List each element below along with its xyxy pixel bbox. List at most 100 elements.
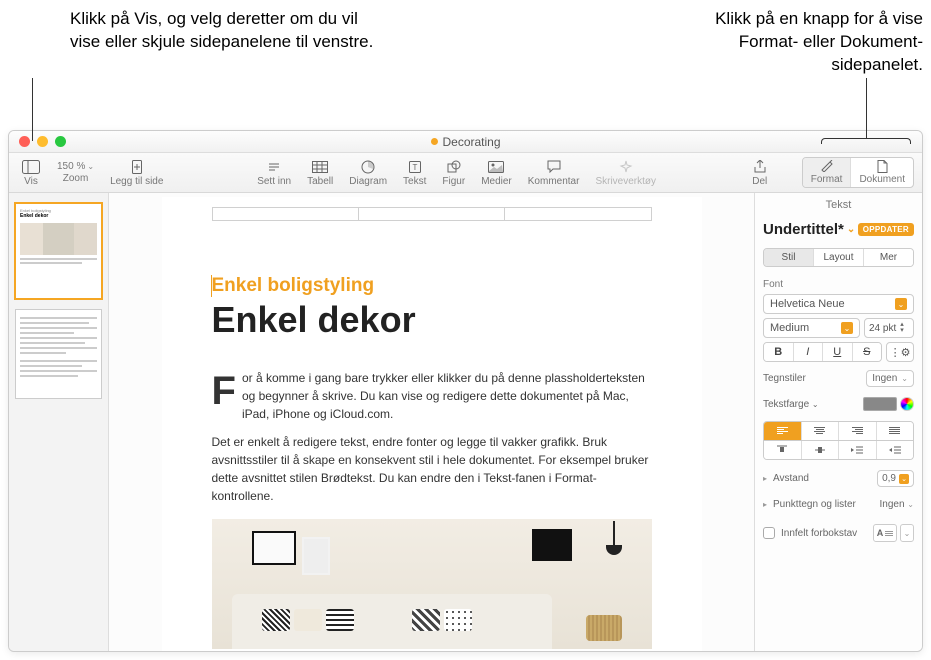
writing-tools-button[interactable]: Skriveverktøy: [591, 159, 660, 187]
thumbnail-page-2[interactable]: 2: [15, 309, 102, 399]
tab-stil[interactable]: Stil: [764, 249, 813, 266]
add-page-label: Legg til side: [110, 176, 163, 187]
chart-label: Diagram: [349, 176, 387, 187]
callout-right-text: Klikk på en knapp for å vise Format- ell…: [683, 8, 923, 77]
shape-button[interactable]: Figur: [438, 159, 469, 187]
share-icon: [750, 159, 770, 175]
document-subtitle[interactable]: Enkel boligstyling: [212, 197, 652, 297]
media-button[interactable]: Medier: [477, 159, 516, 187]
font-weight-value: Medium: [770, 322, 809, 334]
dropcap-style-button[interactable]: A: [873, 524, 897, 542]
dropdown-arrow-icon: ⌄: [841, 322, 853, 334]
comment-icon: [544, 159, 564, 175]
document-body[interactable]: For å komme i gang bare trykker eller kl…: [212, 369, 652, 505]
document-heading[interactable]: Enkel dekor: [212, 299, 652, 341]
update-style-button[interactable]: OPPDATER: [858, 223, 914, 236]
text-label: Tekst: [403, 176, 426, 187]
character-styles-value: Ingen: [872, 373, 897, 384]
page-thumbnails-sidebar: 1 Enkel boligstyling Enkel dekor 2: [9, 193, 109, 651]
paragraph-style-name: Undertittel*: [763, 221, 844, 238]
strikethrough-button[interactable]: S: [852, 343, 882, 361]
chart-icon: [358, 159, 378, 175]
comment-button[interactable]: Kommentar: [524, 159, 584, 187]
document-label: Dokument: [859, 174, 905, 185]
outdent-button[interactable]: [838, 441, 876, 459]
align-middle-button[interactable]: [801, 441, 839, 459]
font-family-value: Helvetica Neue: [770, 298, 845, 310]
indent-button[interactable]: [876, 441, 914, 459]
thumb-mini-title: Enkel dekor: [20, 213, 97, 219]
font-size-stepper[interactable]: 24 pkt ▴▾: [864, 318, 914, 338]
comment-label: Kommentar: [528, 176, 580, 187]
thumbnail-page-1[interactable]: 1 Enkel boligstyling Enkel dekor: [15, 203, 102, 299]
writing-tools-label: Skriveverktøy: [595, 176, 656, 187]
dropcap-label: Innfelt forbokstav: [781, 528, 857, 539]
text-button[interactable]: T Tekst: [399, 159, 430, 187]
format-tab-button[interactable]: Format: [803, 158, 851, 187]
svg-text:T: T: [412, 163, 417, 172]
inspector-title: Tekst: [755, 193, 922, 217]
disclosure-triangle-icon[interactable]: ▸: [763, 474, 767, 483]
character-styles-select[interactable]: Ingen ⌄: [866, 370, 914, 387]
zoom-button[interactable]: 150 % ⌄ Zoom: [53, 161, 98, 184]
font-family-select[interactable]: Helvetica Neue ⌄: [763, 294, 914, 314]
table-icon: [310, 159, 330, 175]
dropcap-more-button[interactable]: ⌄: [900, 524, 914, 542]
chart-button[interactable]: Diagram: [345, 159, 391, 187]
insert-button[interactable]: Sett inn: [253, 159, 295, 187]
align-justify-button[interactable]: [876, 422, 914, 440]
media-label: Medier: [481, 176, 512, 187]
italic-button[interactable]: I: [793, 343, 823, 361]
paragraph-style-select[interactable]: Undertittel* ⌄: [763, 221, 855, 238]
callout-line-right: [866, 78, 867, 138]
fullscreen-window-button[interactable]: [55, 136, 66, 147]
add-page-button[interactable]: Legg til side: [106, 159, 167, 187]
align-center-button[interactable]: [801, 422, 839, 440]
color-wheel-button[interactable]: [900, 397, 914, 411]
underline-button[interactable]: U: [822, 343, 852, 361]
close-window-button[interactable]: [19, 136, 30, 147]
chevron-down-icon: ⌄: [87, 162, 94, 171]
insert-label: Sett inn: [257, 176, 291, 187]
dropcap-checkbox[interactable]: [763, 527, 775, 539]
align-right-button[interactable]: [838, 422, 876, 440]
traffic-lights: [9, 136, 66, 147]
font-weight-select[interactable]: Medium ⌄: [763, 318, 860, 338]
format-inspector: Tekst Undertittel* ⌄ OPPDATER Stil Layou…: [754, 193, 922, 651]
document-status-dot: [430, 138, 437, 145]
text-options-button[interactable]: ⋮⚙: [886, 342, 914, 362]
disclosure-triangle-icon[interactable]: ▸: [763, 500, 767, 509]
zoom-label: Zoom: [63, 173, 89, 184]
spacing-value-input[interactable]: 0,9 ⌄: [877, 470, 914, 487]
document-page: Enkel boligstyling Enkel dekor For å kom…: [162, 197, 702, 651]
bullets-select[interactable]: Ingen ⌄: [879, 499, 914, 510]
document-canvas[interactable]: Enkel boligstyling Enkel dekor For å kom…: [109, 193, 754, 651]
gear-icon: ⋮⚙: [890, 346, 911, 359]
thumb-mini-image: [20, 223, 97, 255]
shape-icon: [444, 159, 464, 175]
share-button[interactable]: Del: [746, 159, 774, 187]
document-tab-button[interactable]: Dokument: [850, 158, 913, 187]
stepper-arrows-icon: ▴▾: [900, 322, 904, 334]
spacing-value: 0,9: [882, 473, 896, 484]
toolbar: Vis 150 % ⌄ Zoom Legg til side Sett inn: [9, 153, 922, 193]
table-button[interactable]: Tabell: [303, 159, 337, 187]
document-title: Decorating: [430, 135, 500, 149]
bold-button[interactable]: B: [764, 343, 793, 361]
view-icon: [21, 159, 41, 175]
character-styles-label: Tegnstiler: [763, 373, 806, 384]
minimize-window-button[interactable]: [37, 136, 48, 147]
text-color-label: Tekstfarge ⌄: [763, 399, 819, 410]
align-left-button[interactable]: [764, 422, 801, 440]
document-image[interactable]: [212, 519, 652, 649]
text-color-swatch[interactable]: [863, 397, 897, 411]
tab-mer[interactable]: Mer: [863, 249, 913, 266]
paragraph-2-text: Det er enkelt å redigere tekst, endre fo…: [212, 433, 652, 505]
table-label: Tabell: [307, 176, 333, 187]
tab-layout[interactable]: Layout: [813, 249, 863, 266]
media-icon: [486, 159, 506, 175]
font-section-label: Font: [755, 275, 922, 292]
view-button[interactable]: Vis: [17, 159, 45, 187]
align-top-button[interactable]: [764, 441, 801, 459]
text-icon: T: [405, 159, 425, 175]
